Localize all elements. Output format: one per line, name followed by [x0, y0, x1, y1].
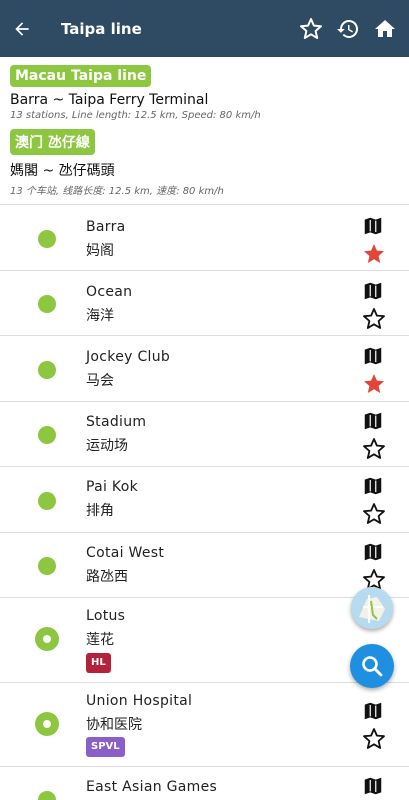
station-name-cn: 莲花 [86, 632, 114, 648]
station-name: Cotai West [86, 545, 165, 561]
station-name-cn: 马会 [86, 373, 114, 389]
station-dot [38, 791, 56, 800]
station-row[interactable]: Lotus 莲花 HL [0, 597, 409, 682]
station-row[interactable]: Union Hospital 协和医院 SPVL [0, 682, 409, 766]
station-name: Jockey Club [86, 349, 171, 365]
search-fab[interactable] [350, 644, 394, 688]
line-meta-en: 13 stations, Line length: 12.5 km, Speed… [10, 110, 261, 121]
map-icon[interactable] [362, 215, 384, 237]
interchange-dot [35, 627, 59, 651]
station-row[interactable]: Pai Kok 排角 [0, 466, 409, 532]
star-filled-icon[interactable] [362, 242, 386, 266]
station-name: Stadium [86, 414, 147, 430]
station-name-cn: 路氹西 [86, 569, 128, 585]
star-outline-icon[interactable] [362, 502, 386, 526]
station-dot [38, 492, 56, 510]
station-row[interactable]: Cotai West 路氹西 [0, 532, 409, 597]
line-name-badge-en: Macau Taipa line [10, 65, 152, 87]
home-button[interactable] [366, 0, 403, 57]
connection-tag-hl[interactable]: HL [86, 653, 111, 673]
station-dot [38, 557, 56, 575]
map-icon[interactable] [362, 775, 384, 797]
history-icon [336, 19, 358, 38]
map-icon[interactable] [362, 280, 384, 302]
station-row[interactable]: Barra 妈阁 [0, 204, 409, 270]
station-dot [38, 230, 56, 248]
map-icon[interactable] [362, 410, 384, 432]
station-name-cn: 海洋 [86, 308, 114, 324]
line-info: Macau Taipa line Barra ~ Taipa Ferry Ter… [0, 57, 409, 204]
station-name-cn: 运动场 [86, 438, 128, 454]
map-icon[interactable] [362, 475, 384, 497]
map-icon[interactable] [362, 541, 384, 563]
star-outline-icon[interactable] [362, 307, 386, 331]
station-row[interactable]: East Asian Games [0, 766, 409, 800]
star-filled-icon[interactable] [362, 372, 386, 396]
favorite-line-button[interactable] [292, 0, 329, 57]
page-title: Taipa line [61, 19, 142, 38]
route-zh: 媽閣 ~ 氹仔碼頭 [10, 163, 115, 179]
connection-tag-spvl[interactable]: SPVL [86, 737, 125, 757]
star-outline-icon[interactable] [362, 437, 386, 461]
station-name-cn: 排角 [86, 503, 114, 519]
station-dot [38, 295, 56, 313]
map-icon[interactable] [362, 700, 384, 722]
station-name-cn: 协和医院 [86, 717, 142, 733]
station-dot [38, 426, 56, 444]
line-meta-zh: 13 个车站, 线路长度: 12.5 km, 速度: 80 km/h [10, 186, 224, 197]
app-bar: Taipa line [0, 0, 409, 57]
star-outline-icon[interactable] [362, 727, 386, 751]
station-name: East Asian Games [86, 779, 218, 795]
star-outline-icon [299, 17, 322, 39]
station-name: Lotus [86, 608, 126, 624]
map-fab[interactable] [351, 587, 393, 629]
station-name: Pai Kok [86, 479, 138, 495]
interchange-dot [35, 712, 59, 736]
back-arrow-icon [15, 21, 29, 36]
station-dot [38, 361, 56, 379]
station-list: Barra 妈阁 Ocean 海洋 Jockey Club 马会 Stadium… [0, 204, 409, 800]
line-name-badge-zh: 澳门 氹仔線 [10, 129, 95, 155]
map-icon[interactable] [362, 345, 384, 367]
map-thumbnail-icon [351, 587, 393, 629]
station-name: Union Hospital [86, 693, 193, 709]
route-en: Barra ~ Taipa Ferry Terminal [10, 92, 209, 108]
station-row[interactable]: Stadium 运动场 [0, 401, 409, 466]
station-name: Barra [86, 219, 126, 235]
search-icon [362, 656, 383, 677]
back-button[interactable] [0, 0, 44, 57]
station-name-cn: 妈阁 [86, 243, 114, 259]
station-name: Ocean [86, 284, 133, 300]
station-row[interactable]: Ocean 海洋 [0, 270, 409, 335]
station-row[interactable]: Jockey Club 马会 [0, 335, 409, 401]
history-button[interactable] [329, 0, 366, 57]
home-icon [374, 19, 395, 37]
